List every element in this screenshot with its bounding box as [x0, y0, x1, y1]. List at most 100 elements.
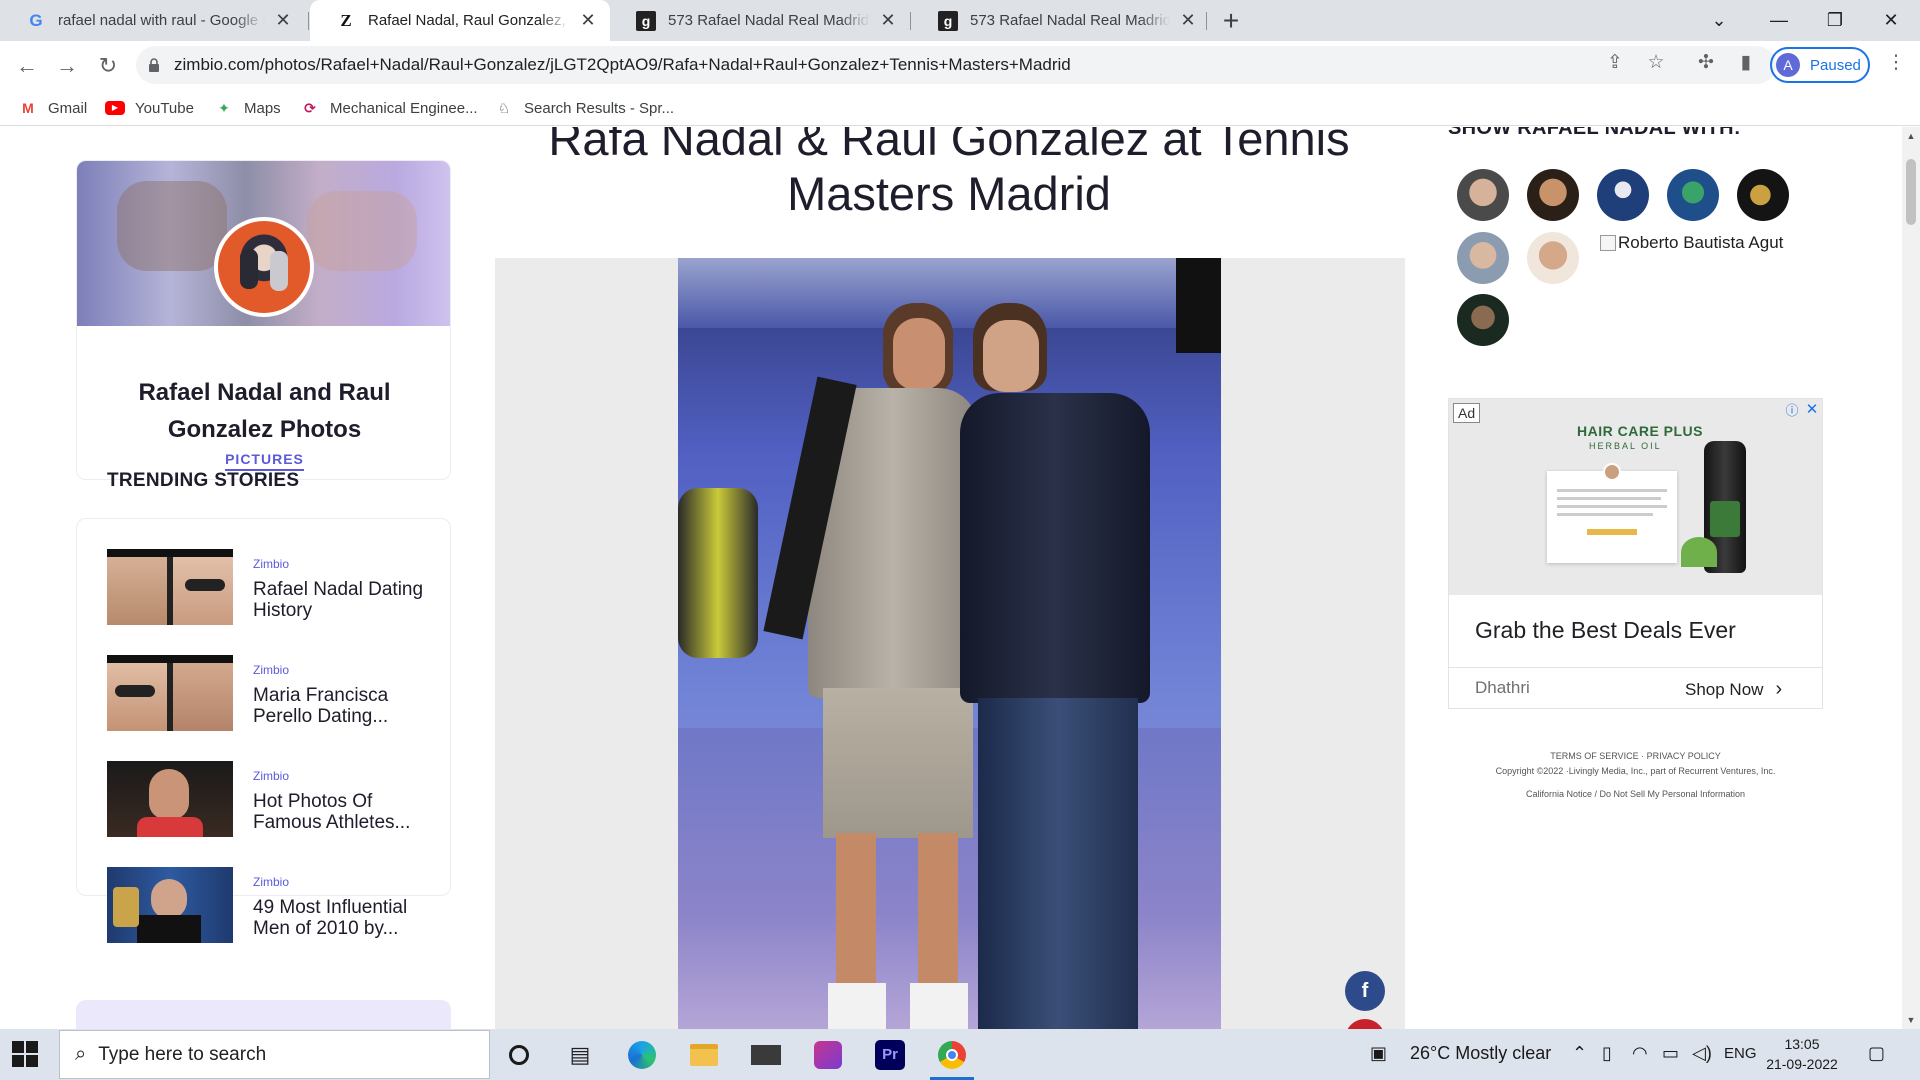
ad-image[interactable]: HAIR CARE PLUS HERBAL OIL Ad ⓘ ✕ — [1449, 399, 1822, 595]
celebrity-avatar-broken[interactable]: Roberto Bautista Agut — [1600, 233, 1783, 253]
celebrity-avatar[interactable] — [1597, 169, 1649, 221]
ad-info-icon[interactable]: ⓘ — [1782, 399, 1802, 419]
maps-icon: ✦ — [218, 99, 230, 116]
lock-icon[interactable] — [146, 57, 162, 73]
extensions-icon[interactable]: ✣ — [1694, 50, 1718, 74]
bookmark-springer[interactable]: ♘ Search Results - Spr... — [494, 97, 674, 119]
advertisement[interactable]: HAIR CARE PLUS HERBAL OIL Ad ⓘ ✕ Grab th… — [1448, 398, 1823, 709]
app-icon[interactable] — [810, 1037, 846, 1073]
gmail-icon: M — [22, 100, 34, 116]
volume-icon[interactable]: ◁) — [1692, 1043, 1712, 1064]
celebrity-avatar[interactable] — [1457, 232, 1509, 284]
copyright-text: Copyright ©2022 ·Livingly Media, Inc., p… — [1495, 766, 1776, 776]
celebrity-avatar[interactable] — [1457, 169, 1509, 221]
bookmark-star-icon[interactable]: ☆ — [1644, 50, 1668, 74]
tab-zimbio[interactable]: Z Rafael Nadal, Raul Gonzalez, Cristiano… — [310, 0, 610, 41]
forward-button[interactable]: → — [50, 49, 84, 83]
close-icon[interactable]: ✕ — [273, 10, 293, 31]
ad-badge: Ad — [1453, 403, 1481, 423]
bookmark-maps[interactable]: ✦ Maps — [214, 97, 281, 119]
minimize-button[interactable]: — — [1750, 0, 1808, 41]
chevron-up-icon[interactable]: ⌃ — [1572, 1043, 1587, 1064]
ad-headline[interactable]: Grab the Best Deals Ever — [1475, 617, 1736, 644]
close-window-button[interactable]: ✕ — [1862, 0, 1920, 41]
celebrity-avatar[interactable] — [1457, 294, 1509, 346]
bookmark-label: Maps — [244, 99, 281, 117]
restore-button[interactable]: ❐ — [1806, 0, 1864, 41]
close-icon[interactable]: ✕ — [1178, 10, 1198, 31]
cortana-icon[interactable] — [501, 1037, 537, 1073]
tab-search-icon[interactable]: ⌄ — [1690, 0, 1748, 41]
reload-button[interactable]: ↻ — [91, 49, 125, 83]
clock[interactable]: 13:05 21-09-2022 — [1762, 1034, 1842, 1074]
taskbar-search[interactable]: ⌕ Type here to search — [59, 1030, 490, 1079]
list-item[interactable]: Zimbio Rafael Nadal Dating History — [107, 549, 437, 625]
file-explorer-icon[interactable] — [686, 1037, 722, 1073]
list-item[interactable]: Zimbio Hot Photos Of Famous Athletes... — [107, 761, 437, 837]
wifi-icon[interactable]: ◠ — [1632, 1043, 1648, 1064]
bookmark-gmail[interactable]: M Gmail — [18, 97, 87, 119]
edge-icon[interactable] — [624, 1037, 660, 1073]
page-content: Rafael Nadal and Raul Gonzalez Photos PI… — [0, 127, 1920, 1029]
menu-icon[interactable]: ⋮ — [1884, 50, 1908, 74]
task-view-icon[interactable]: ▤ — [562, 1037, 598, 1073]
premiere-pro-icon[interactable]: Pr — [872, 1037, 908, 1073]
share-icon[interactable]: ⇪ — [1603, 50, 1627, 74]
language-indicator[interactable]: ENG — [1724, 1045, 1757, 1062]
bookmark-mechanical[interactable]: ⟳ Mechanical Enginee... — [300, 97, 477, 119]
celebrity-avatar[interactable] — [1527, 169, 1579, 221]
ad-close-icon[interactable]: ✕ — [1802, 399, 1822, 419]
device-icon[interactable]: ▯ — [1602, 1043, 1612, 1064]
story-thumbnail — [107, 655, 233, 731]
scroll-down-icon[interactable]: ▼ — [1906, 1015, 1916, 1025]
tab-getty-2[interactable]: g 573 Rafael Nadal Real Madrid Photos ✕ — [912, 0, 1210, 41]
scroll-up-icon[interactable]: ▲ — [1906, 131, 1916, 141]
footer-links[interactable]: TERMS OF SERVICE · PRIVACY POLICY — [1448, 749, 1823, 764]
celebrity-avatar[interactable] — [1737, 169, 1789, 221]
story-title[interactable]: 49 Most Influential Men of 2010 by... — [253, 897, 433, 939]
ad-advertiser[interactable]: Dhathri — [1475, 678, 1530, 698]
back-button[interactable]: ← — [10, 49, 44, 83]
tab-getty-1[interactable]: g 573 Rafael Nadal Real Madrid Photos ✕ — [610, 0, 910, 41]
trending-heading: TRENDING STORIES — [107, 470, 300, 491]
tab-title: rafael nadal with raul - Google Search — [58, 12, 265, 29]
weather-text[interactable]: 26°C Mostly clear — [1410, 1043, 1551, 1064]
close-icon[interactable]: ✕ — [878, 10, 898, 31]
profile-card[interactable]: Rafael Nadal and Raul Gonzalez Photos PI… — [76, 160, 451, 480]
ad-brand-sub: HERBAL OIL — [1589, 441, 1662, 451]
pictures-link[interactable]: PICTURES — [225, 451, 304, 471]
mail-icon[interactable] — [748, 1037, 784, 1073]
facebook-share-button[interactable]: f — [1345, 971, 1385, 1011]
battery-icon[interactable]: ▭ — [1662, 1043, 1679, 1064]
celebrity-avatar[interactable] — [1667, 169, 1719, 221]
address-bar[interactable]: zimbio.com/photos/Rafael+Nadal/Raul+Gonz… — [136, 46, 1776, 84]
profile-button[interactable]: A Paused — [1770, 47, 1870, 83]
shop-now-button[interactable]: Shop Now › — [1685, 678, 1782, 701]
side-panel-icon[interactable]: ▮ — [1734, 50, 1758, 74]
celebrity-avatar[interactable] — [1527, 232, 1579, 284]
close-icon[interactable]: ✕ — [578, 10, 598, 31]
windows-start-button[interactable] — [12, 1041, 38, 1067]
story-source: Zimbio — [253, 769, 290, 783]
story-title[interactable]: Rafael Nadal Dating History — [253, 579, 433, 621]
list-item[interactable]: Zimbio Maria Francisca Perello Dating... — [107, 655, 437, 731]
notifications-icon[interactable]: ▢ — [1868, 1043, 1885, 1064]
page-scrollbar[interactable]: ▲ ▼ — [1902, 127, 1920, 1029]
new-tab-button[interactable]: + — [1216, 5, 1246, 36]
clock-date: 21-09-2022 — [1766, 1056, 1838, 1072]
story-title[interactable]: Maria Francisca Perello Dating... — [253, 685, 433, 727]
list-item[interactable]: Zimbio 49 Most Influential Men of 2010 b… — [107, 867, 437, 943]
main-photo[interactable] — [678, 258, 1221, 1029]
story-source: Zimbio — [253, 875, 290, 889]
url-text: zimbio.com/photos/Rafael+Nadal/Raul+Gonz… — [174, 55, 1071, 74]
scrollbar-thumb[interactable] — [1906, 159, 1916, 225]
weather-icon[interactable]: ▣ — [1370, 1043, 1387, 1064]
california-notice-link[interactable]: California Notice / Do Not Sell My Perso… — [1448, 787, 1823, 802]
story-source: Zimbio — [253, 557, 290, 571]
tab-google-search[interactable]: G rafael nadal with raul - Google Search… — [0, 0, 305, 41]
chrome-icon[interactable] — [934, 1037, 970, 1073]
bookmark-youtube[interactable]: ▶ YouTube — [105, 97, 194, 119]
story-title[interactable]: Hot Photos Of Famous Athletes... — [253, 791, 433, 833]
ad-brand: HAIR CARE PLUS — [1577, 423, 1704, 439]
story-source: Zimbio — [253, 663, 290, 677]
